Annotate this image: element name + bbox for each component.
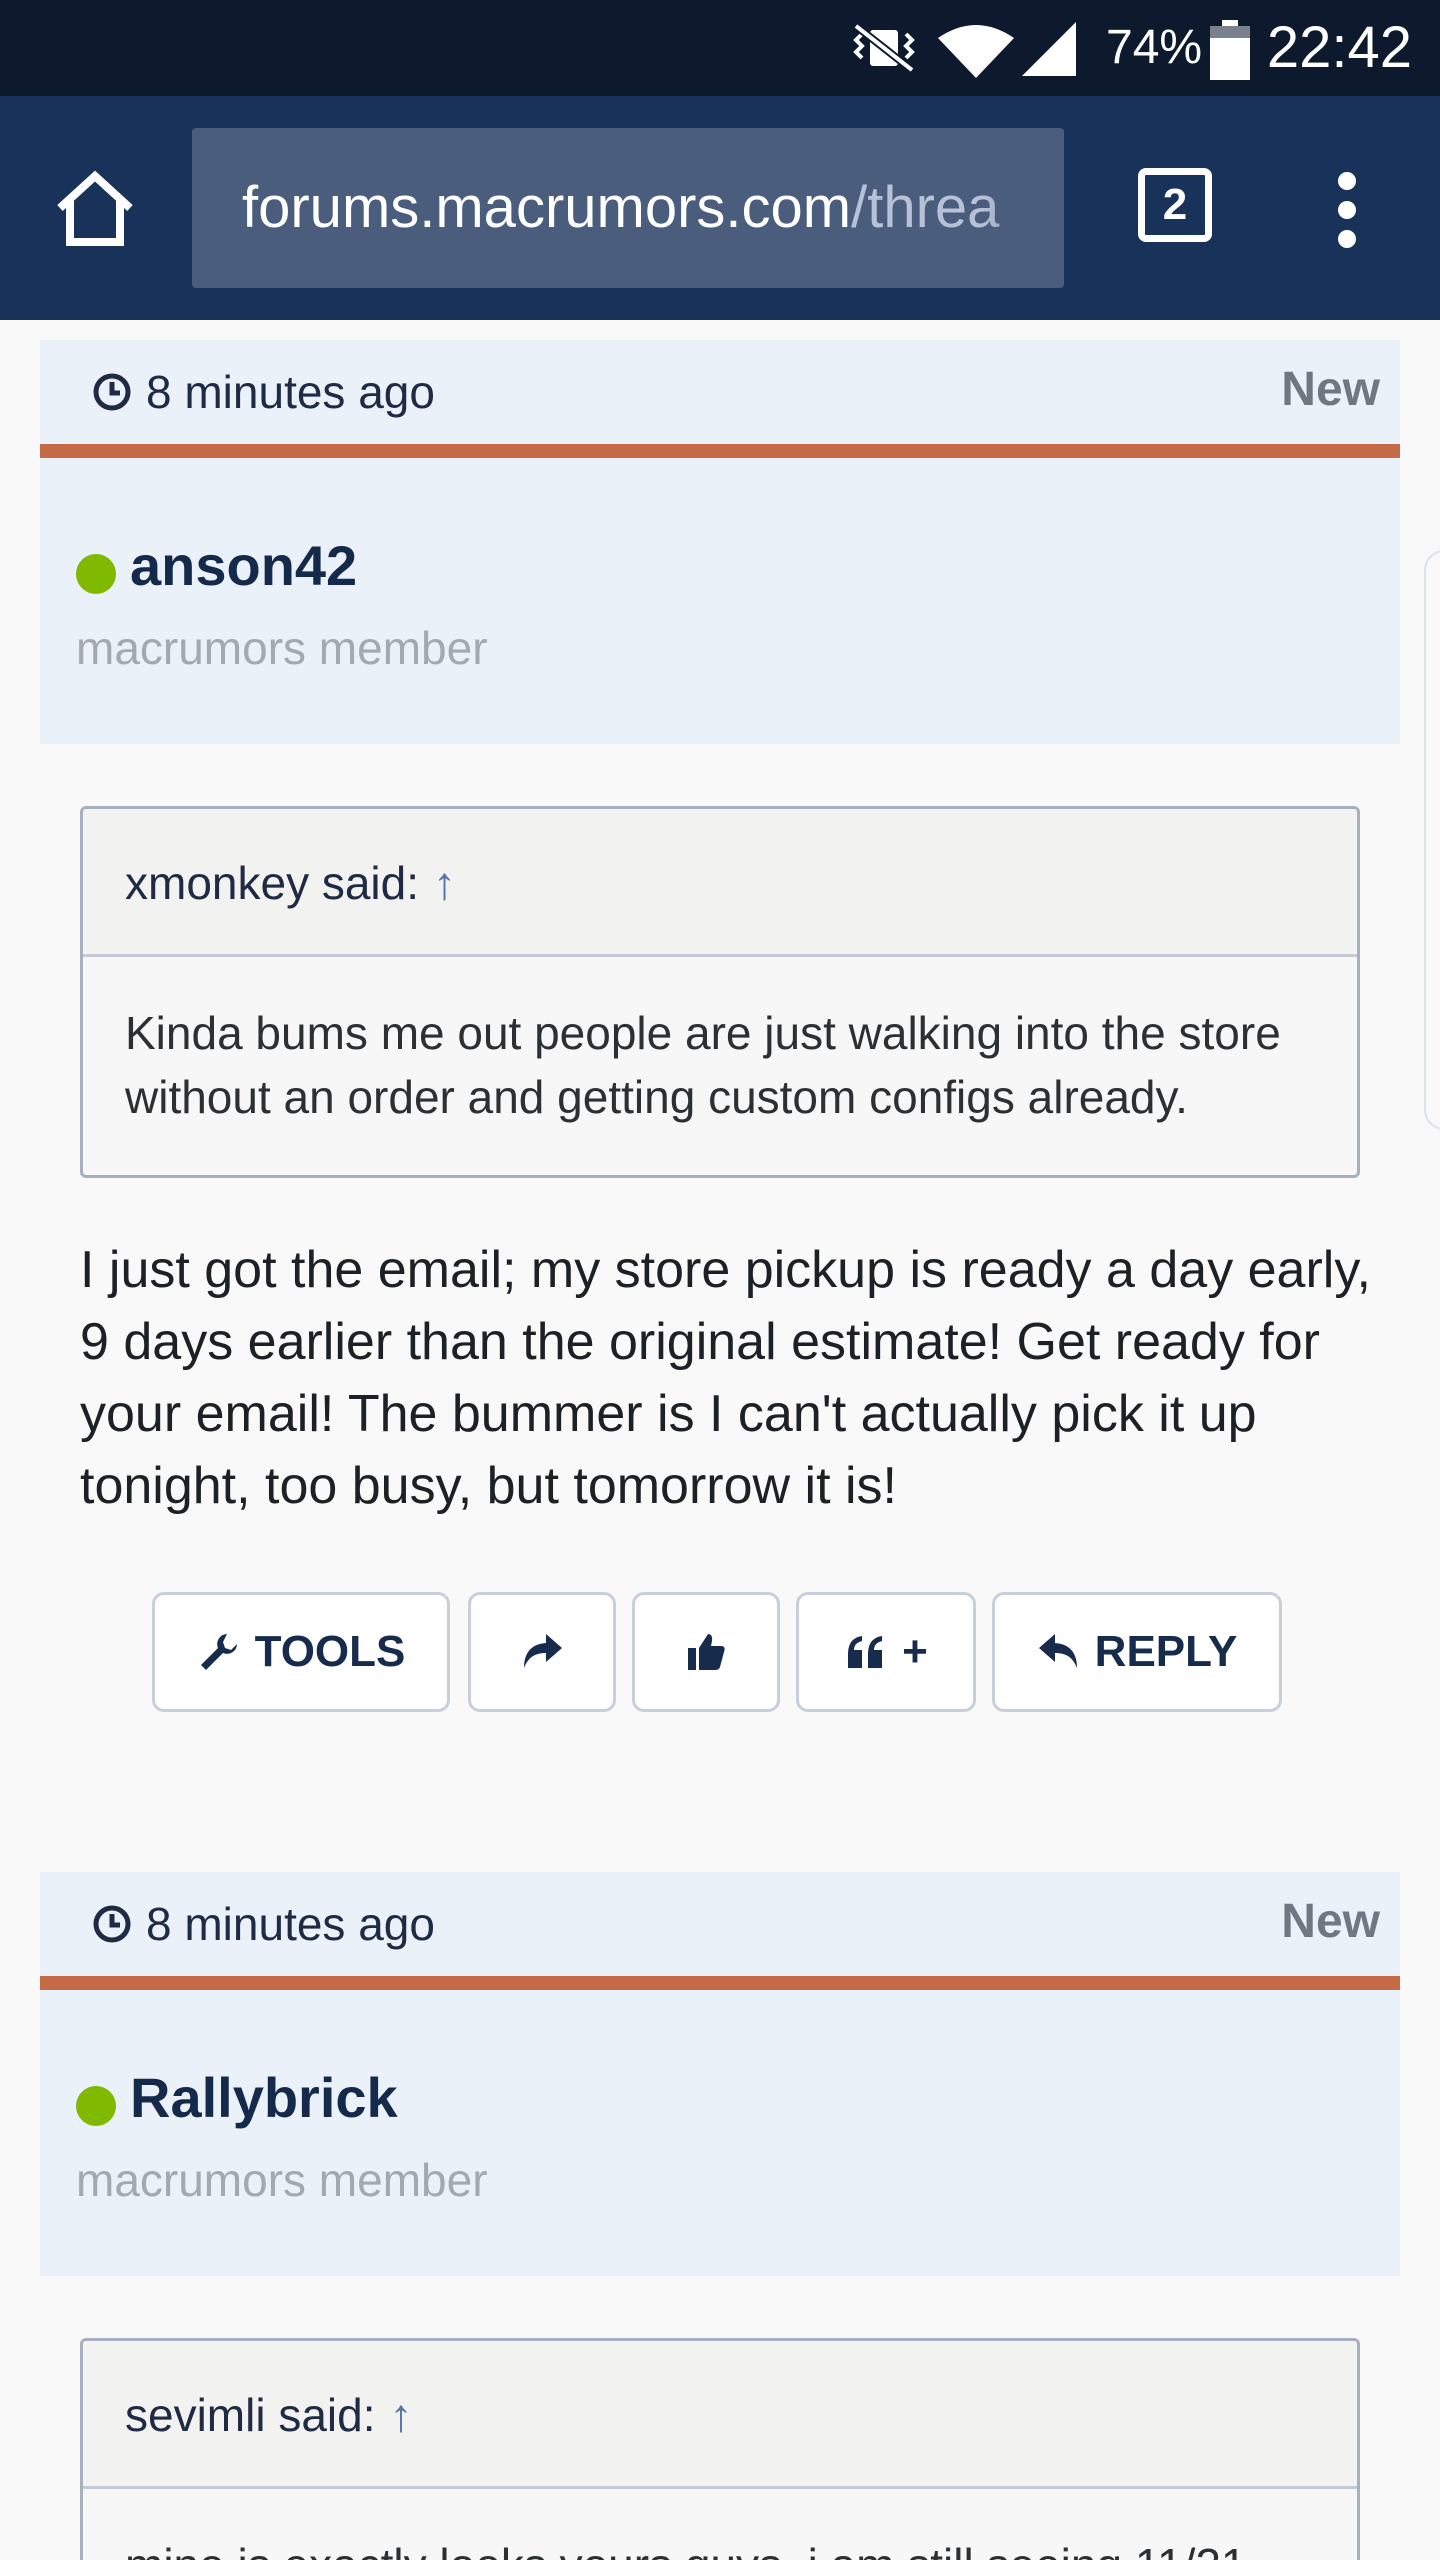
- scroll-handle[interactable]: [1424, 550, 1440, 1130]
- tab-switcher-button[interactable]: 2: [1138, 168, 1212, 242]
- vibrate-mute-icon: [853, 22, 915, 74]
- battery-percent: 74%: [1106, 21, 1203, 74]
- like-button[interactable]: [632, 1592, 780, 1712]
- new-badge: New: [1281, 363, 1380, 416]
- quote-icon: [848, 1636, 883, 1668]
- online-status-icon: [76, 2086, 116, 2126]
- user-title: macrumors member: [76, 622, 488, 674]
- post: 8 minutes ago New Rallybrick macrumors m…: [40, 1872, 1400, 2560]
- multiquote-button[interactable]: +: [796, 1592, 976, 1712]
- url-host: forums.macrumors.com: [242, 175, 852, 240]
- quote-author: sevimli said: ↑: [125, 2387, 413, 2443]
- quote-header: xmonkey said: ↑: [83, 809, 1357, 957]
- username[interactable]: Rallybrick: [130, 2062, 398, 2134]
- post-time-label: 8 minutes ago: [146, 366, 435, 418]
- reply-label: REPLY: [1094, 1627, 1238, 1676]
- quote-author-label: sevimli said:: [125, 2389, 376, 2441]
- share-icon: [524, 1634, 562, 1668]
- post-actions: TOOLS + REPLY: [40, 1592, 1400, 1712]
- user-title: macrumors member: [76, 2154, 488, 2206]
- tools-button[interactable]: TOOLS: [152, 1592, 450, 1712]
- cell-signal-icon: [1022, 22, 1076, 76]
- quote-block: xmonkey said: ↑ Kinda bums me out people …: [80, 806, 1360, 1178]
- post-accent-bar: [40, 1976, 1400, 1990]
- post-time[interactable]: 8 minutes ago: [92, 364, 435, 420]
- url-fade: [984, 128, 1064, 288]
- quote-author-label: xmonkey said:: [125, 857, 420, 909]
- username[interactable]: anson42: [130, 530, 357, 602]
- post-meta: 8 minutes ago New: [40, 1872, 1400, 1976]
- quote-jump-icon[interactable]: ↑: [433, 857, 456, 909]
- home-icon[interactable]: [52, 168, 138, 248]
- tools-label: TOOLS: [254, 1627, 406, 1676]
- wifi-icon: [938, 25, 1014, 78]
- clock-icon: [93, 373, 131, 411]
- quote-jump-icon[interactable]: ↑: [390, 2389, 413, 2441]
- quote-text: mine is exactly looks yours guys, i am s…: [83, 2489, 1357, 2560]
- wrench-icon: [200, 1634, 237, 1670]
- online-status-icon: [76, 554, 116, 594]
- share-button[interactable]: [468, 1592, 616, 1712]
- new-badge: New: [1281, 1895, 1380, 1948]
- post-meta: 8 minutes ago New: [40, 340, 1400, 444]
- post-user-block: anson42 macrumors member: [40, 458, 1400, 744]
- post: 8 minutes ago New anson42 macrumors memb…: [40, 340, 1400, 1712]
- quote-header: sevimli said: ↑: [83, 2341, 1357, 2489]
- status-bar: 74% 22:42: [0, 0, 1440, 96]
- clock-time: 22:42: [1266, 15, 1412, 80]
- overflow-menu-icon[interactable]: [1330, 172, 1364, 248]
- url-path: /threa: [851, 175, 1000, 240]
- quote-block: sevimli said: ↑ mine is exactly looks you…: [80, 2338, 1360, 2560]
- url-bar[interactable]: forums.macrumors.com/threa: [192, 128, 1064, 288]
- reply-button[interactable]: REPLY: [992, 1592, 1282, 1712]
- post-user-block: Rallybrick macrumors member: [40, 1990, 1400, 2276]
- post-body: I just got the email; my store pickup is…: [80, 1241, 1371, 1515]
- post-accent-bar: [40, 444, 1400, 458]
- reply-icon: [1038, 1634, 1077, 1668]
- quote-text: Kinda bums me out people are just walkin…: [125, 1007, 1281, 1123]
- post-time-label: 8 minutes ago: [146, 1898, 435, 1950]
- post-time[interactable]: 8 minutes ago: [92, 1896, 435, 1952]
- battery-icon: [1210, 20, 1250, 80]
- multiquote-label: +: [902, 1627, 928, 1676]
- clock-icon: [93, 1905, 131, 1943]
- quote-author: xmonkey said: ↑: [125, 855, 456, 911]
- browser-toolbar: forums.macrumors.com/threa 2: [0, 96, 1440, 320]
- url-text: forums.macrumors.com/threa: [242, 174, 999, 242]
- thumbs-up-icon: [688, 1634, 725, 1670]
